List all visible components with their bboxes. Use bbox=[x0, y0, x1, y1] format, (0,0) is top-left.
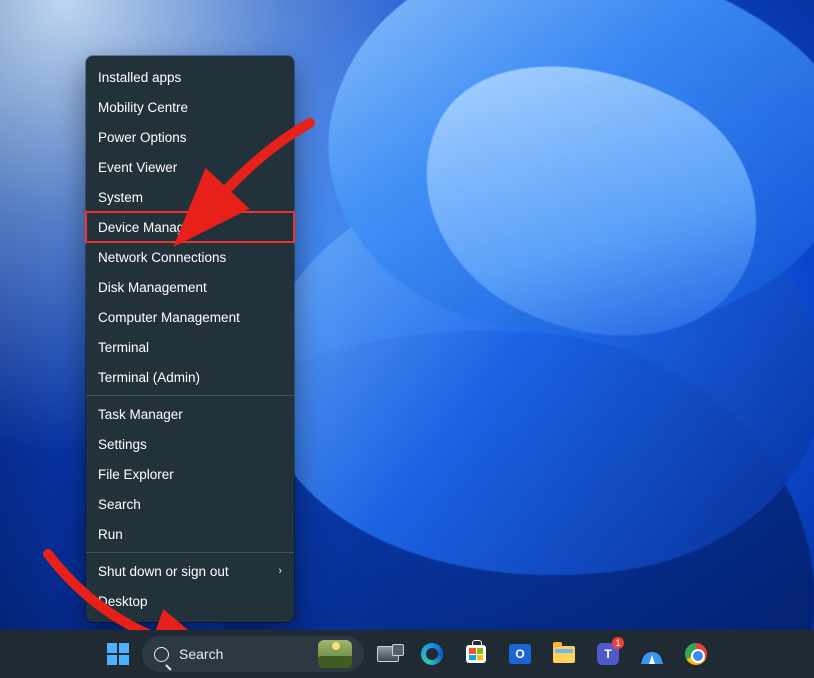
menu-item-label: Network Connections bbox=[98, 250, 226, 265]
chevron-right-icon: › bbox=[278, 565, 282, 577]
menu-item-label: Search bbox=[98, 497, 141, 512]
menu-item-label: Task Manager bbox=[98, 407, 183, 422]
menu-item-disk-management[interactable]: Disk Management bbox=[86, 272, 294, 302]
ms-store-icon bbox=[466, 645, 486, 663]
menu-item-task-manager[interactable]: Task Manager bbox=[86, 399, 294, 429]
start-button[interactable] bbox=[98, 634, 138, 674]
nordvpn-icon bbox=[641, 644, 663, 664]
chrome-icon bbox=[685, 643, 707, 665]
menu-item-terminal-admin[interactable]: Terminal (Admin) bbox=[86, 362, 294, 392]
search-highlight-image bbox=[318, 640, 352, 668]
menu-item-label: File Explorer bbox=[98, 467, 174, 482]
menu-item-system[interactable]: System bbox=[86, 182, 294, 212]
windows-logo-icon bbox=[107, 643, 129, 665]
menu-item-label: Terminal (Admin) bbox=[98, 370, 200, 385]
menu-item-power-options[interactable]: Power Options bbox=[86, 122, 294, 152]
taskbar-center: Search O T 1 bbox=[98, 634, 716, 674]
menu-item-mobility-centre[interactable]: Mobility Centre bbox=[86, 92, 294, 122]
menu-separator bbox=[86, 552, 294, 553]
menu-item-settings[interactable]: Settings bbox=[86, 429, 294, 459]
menu-item-label: Computer Management bbox=[98, 310, 240, 325]
outlook-button[interactable]: O bbox=[500, 634, 540, 674]
menu-item-shut-down-or-sign-out[interactable]: Shut down or sign out › bbox=[86, 556, 294, 586]
menu-item-label: Run bbox=[98, 527, 123, 542]
menu-item-label: Installed apps bbox=[98, 70, 181, 85]
menu-item-event-viewer[interactable]: Event Viewer bbox=[86, 152, 294, 182]
teams-button[interactable]: T 1 bbox=[588, 634, 628, 674]
edge-icon bbox=[421, 643, 443, 665]
notification-badge: 1 bbox=[612, 637, 624, 649]
nordvpn-button[interactable] bbox=[632, 634, 672, 674]
menu-item-desktop[interactable]: Desktop bbox=[86, 586, 294, 616]
menu-item-label: System bbox=[98, 190, 143, 205]
menu-item-label: Desktop bbox=[98, 594, 148, 609]
menu-item-label: Terminal bbox=[98, 340, 149, 355]
task-view-button[interactable] bbox=[368, 634, 408, 674]
file-explorer-icon bbox=[553, 646, 575, 663]
menu-item-label: Disk Management bbox=[98, 280, 207, 295]
outlook-icon: O bbox=[509, 644, 531, 664]
search-placeholder: Search bbox=[179, 646, 308, 662]
menu-item-file-explorer[interactable]: File Explorer bbox=[86, 459, 294, 489]
ms-store-button[interactable] bbox=[456, 634, 496, 674]
taskbar-search[interactable]: Search bbox=[142, 636, 364, 672]
menu-item-label: Settings bbox=[98, 437, 147, 452]
menu-item-installed-apps[interactable]: Installed apps bbox=[86, 62, 294, 92]
task-view-icon bbox=[377, 646, 399, 662]
menu-item-label: Mobility Centre bbox=[98, 100, 188, 115]
edge-button[interactable] bbox=[412, 634, 452, 674]
winx-context-menu: Installed apps Mobility Centre Power Optio… bbox=[86, 56, 294, 622]
file-explorer-button[interactable] bbox=[544, 634, 584, 674]
menu-item-label: Power Options bbox=[98, 130, 187, 145]
menu-item-label: Device Manager bbox=[98, 220, 196, 235]
menu-separator bbox=[86, 395, 294, 396]
search-icon bbox=[154, 647, 169, 662]
menu-item-search[interactable]: Search bbox=[86, 489, 294, 519]
chrome-button[interactable] bbox=[676, 634, 716, 674]
menu-item-label: Event Viewer bbox=[98, 160, 177, 175]
menu-item-device-manager[interactable]: Device Manager bbox=[86, 212, 294, 242]
menu-item-computer-management[interactable]: Computer Management bbox=[86, 302, 294, 332]
menu-item-network-connections[interactable]: Network Connections bbox=[86, 242, 294, 272]
menu-item-run[interactable]: Run bbox=[86, 519, 294, 549]
taskbar: Search O T 1 bbox=[0, 630, 814, 678]
menu-item-terminal[interactable]: Terminal bbox=[86, 332, 294, 362]
desktop-wallpaper[interactable]: Installed apps Mobility Centre Power Optio… bbox=[0, 0, 814, 678]
menu-item-label: Shut down or sign out bbox=[98, 564, 229, 579]
